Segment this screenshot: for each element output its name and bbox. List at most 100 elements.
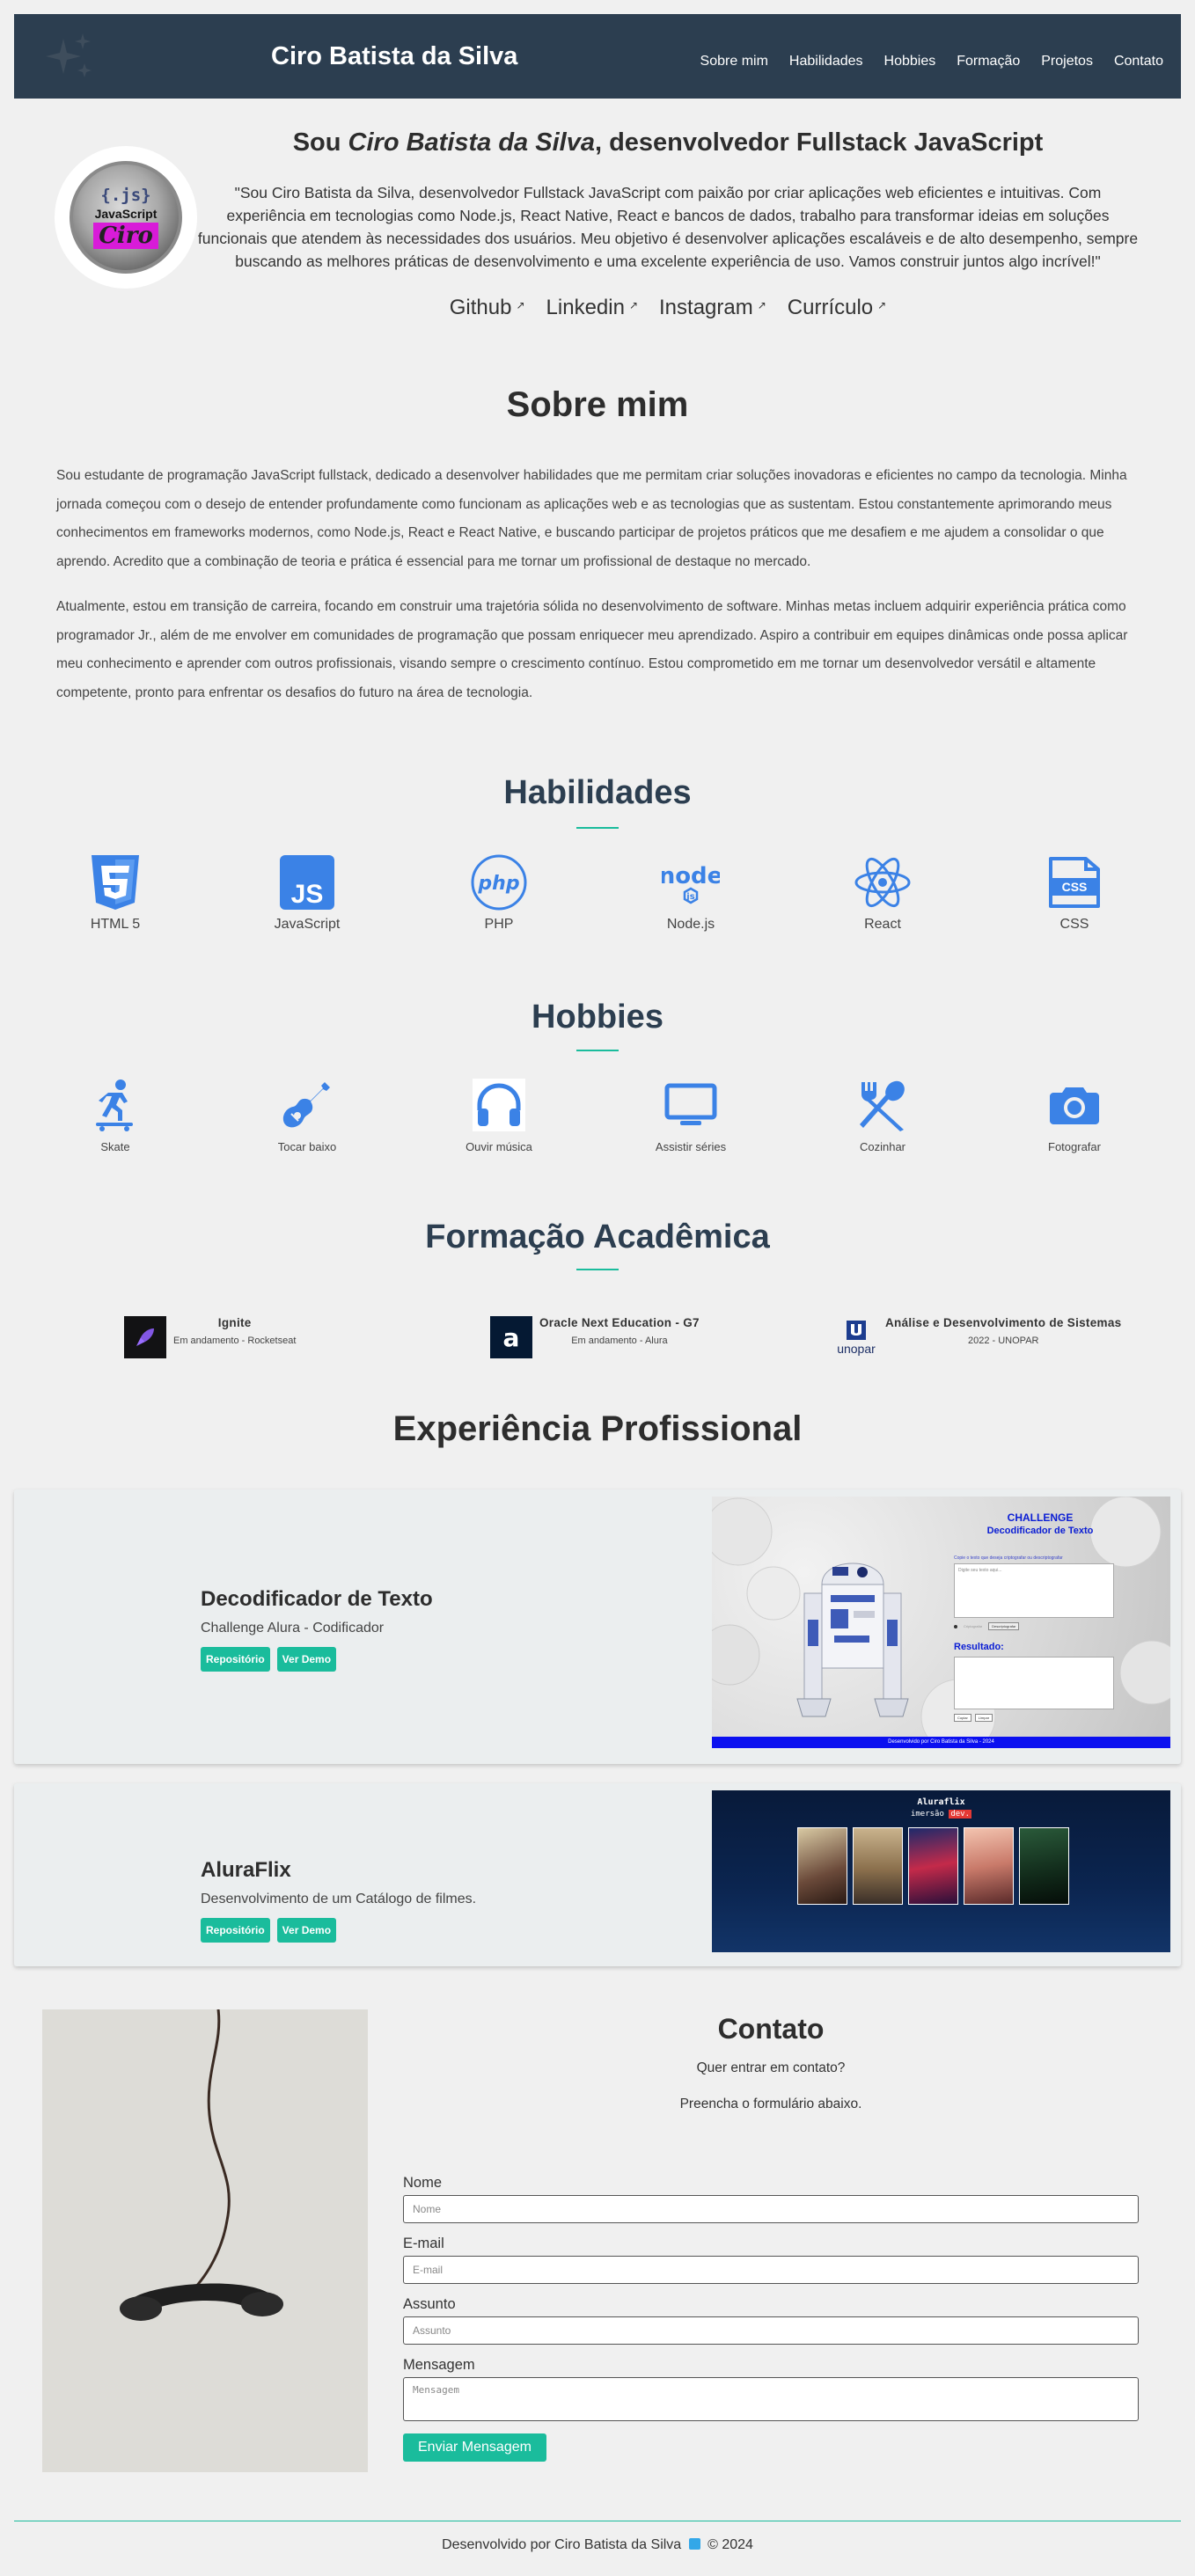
curriculo-link-label: Currículo <box>787 296 874 319</box>
site-header: Ciro Batista da Silva Sobre mim Habilida… <box>14 14 1181 99</box>
contact-title: Contato <box>717 2013 825 2045</box>
camera-icon <box>1050 1087 1099 1124</box>
hobby-item: Skate <box>49 1079 181 1153</box>
hobbies-list: Skate Tocar baixo Ouvir música Assistir … <box>49 1079 1140 1153</box>
preview-movie-posters <box>797 1827 1069 1905</box>
name-field[interactable]: Nome <box>403 2195 1139 2223</box>
nav-link-contato[interactable]: Contato <box>1114 54 1163 70</box>
name-label: Nome <box>403 2175 443 2191</box>
skill-item: php PHP <box>433 853 565 933</box>
skill-label: JavaScript <box>274 917 341 932</box>
skill-label: Node.js <box>666 917 715 932</box>
javascript-icon: JS <box>280 855 334 910</box>
contact-line-1: Quer entrar em contato? <box>696 2060 846 2075</box>
avatar-signature: Ciro <box>93 223 158 249</box>
sparkles-logo-icon[interactable] <box>40 28 99 86</box>
project-description: Desenvolvimento de um Catálogo de filmes… <box>201 1892 477 1906</box>
hobby-label: Ouvir música <box>466 1140 532 1153</box>
rocketseat-logo <box>124 1316 166 1358</box>
utensils-icon <box>860 1080 905 1131</box>
preview-result-buttons: Copiar Limpar <box>954 1714 993 1722</box>
external-link-icon: ↗ <box>757 299 766 311</box>
movie-poster <box>853 1827 903 1905</box>
nav-link-sobre-mim[interactable]: Sobre mim <box>700 54 768 70</box>
experience-title: Experiência Profissional <box>392 1409 803 1448</box>
skill-item: HTML 5 <box>49 853 181 933</box>
preview-buttons: Criptografar Descriptografar <box>954 1622 1020 1630</box>
portfolio-page: Ciro Batista da Silva Sobre mim Habilida… <box>0 0 1195 2576</box>
intro-text: "Sou Ciro Batista da Silva, desenvolvedo… <box>197 184 1139 270</box>
nav-link-habilidades[interactable]: Habilidades <box>789 54 863 70</box>
main-nav: Sobre mim Habilidades Hobbies Formação P… <box>700 54 1163 70</box>
svg-text:php: php <box>477 873 519 895</box>
project-buttons: Repositório Ver Demo <box>201 1647 433 1672</box>
footer: Desenvolvido por Ciro Batista da Silva ©… <box>0 2537 1195 2553</box>
skateboarding-icon <box>96 1079 133 1131</box>
repository-button[interactable]: Repositório <box>201 1647 270 1672</box>
blue-heart-icon <box>688 2538 700 2550</box>
monitor-icon <box>664 1083 717 1125</box>
hobby-item: Fotografar <box>1008 1079 1140 1153</box>
preview-heading: CHALLENGE <box>1007 1511 1074 1524</box>
skill-item: JS JavaScript <box>241 853 373 933</box>
project-card-aluraflix: AluraFlix Desenvolvimento de um Catálogo… <box>14 1783 1181 1966</box>
nav-link-projetos[interactable]: Projetos <box>1041 54 1093 70</box>
hobby-item: Assistir séries <box>625 1079 757 1153</box>
hobbies-title: Hobbies <box>532 999 663 1036</box>
nav-link-hobbies[interactable]: Hobbies <box>884 54 936 70</box>
email-field[interactable]: E-mail <box>403 2256 1139 2284</box>
education-item-ads: unopar Análise e Desenvolvimento de Sist… <box>834 1316 1121 1358</box>
about-paragraph-2: Atualmente, estou em transição de carrei… <box>56 599 1128 700</box>
contact-line-2: Preencha o formulário abaixo. <box>679 2097 862 2111</box>
subject-field[interactable]: Assunto <box>403 2316 1139 2345</box>
nav-link-formacao[interactable]: Formação <box>957 54 1020 70</box>
svg-text:js: js <box>685 892 694 902</box>
preview-subheading-prefix: imersão <box>910 1810 944 1819</box>
preview-heading: Aluraflix <box>917 1797 965 1807</box>
skill-item: node js Node.js <box>625 853 757 933</box>
skills-title-underline <box>576 827 619 829</box>
github-link-label: Github <box>449 296 512 319</box>
footer-copyright: © 2024 <box>707 2537 753 2552</box>
linkedin-link[interactable]: Linkedin ↗ <box>546 296 638 320</box>
demo-button[interactable]: Ver Demo <box>276 1647 337 1672</box>
message-textarea[interactable]: Mensagem <box>403 2377 1139 2421</box>
external-link-icon: ↗ <box>628 299 639 311</box>
github-link[interactable]: Github ↗ <box>450 296 525 320</box>
education-text: Análise e Desenvolvimento de Sistemas 20… <box>885 1316 1121 1346</box>
demo-button[interactable]: Ver Demo <box>276 1918 337 1943</box>
svg-text:JS: JS <box>291 880 324 909</box>
project-card-decodificador: Decodificador de Texto Challenge Alura -… <box>14 1489 1181 1764</box>
skill-item: CSS CSS <box>1008 853 1140 933</box>
preview-subheading: Decodificador de Texto <box>986 1526 1094 1536</box>
react-icon <box>854 857 911 908</box>
instagram-link[interactable]: Instagram ↗ <box>659 296 766 320</box>
curriculo-link[interactable]: Currículo ↗ <box>788 296 886 320</box>
preview-input: Digite seu texto aqui... <box>954 1563 1114 1618</box>
education-text: Ignite Em andamento - Rocketseat <box>173 1316 296 1346</box>
preview-result-box <box>954 1657 1114 1709</box>
unopar-logo: unopar <box>834 1316 878 1358</box>
project-title: Decodificador de Texto <box>201 1587 433 1611</box>
intro-title-suffix: , desenvolvedor Fullstack JavaScript <box>594 128 1044 157</box>
hobbies-title-underline <box>576 1050 619 1051</box>
preview-radio-icon <box>954 1624 957 1628</box>
repository-button[interactable]: Repositório <box>201 1918 270 1943</box>
svg-text:CSS: CSS <box>1062 880 1088 894</box>
education-title-text: Análise e Desenvolvimento de Sistemas <box>885 1316 1122 1329</box>
project-screenshot-decodificador[interactable]: CHALLENGE Decodificador de Texto Copie o… <box>712 1497 1170 1748</box>
telephone-handset-icon <box>120 2009 283 2321</box>
skill-label: React <box>864 917 901 932</box>
intro-title: Sou Ciro Batista da Silva, desenvolvedor… <box>206 128 1130 157</box>
html5-icon <box>92 855 139 910</box>
hobby-label: Fotografar <box>1048 1140 1101 1153</box>
preview-result-label: Resultado: <box>954 1642 1004 1652</box>
submit-button[interactable]: Enviar Mensagem <box>403 2433 546 2462</box>
preview-footer: Desenvolvido por Ciro Batista da Silva -… <box>712 1737 1170 1748</box>
education-subtitle: Em andamento - Alura <box>571 1336 668 1346</box>
project-screenshot-aluraflix[interactable]: Aluraflix imersão dev. <box>712 1790 1170 1952</box>
svg-text:node: node <box>662 863 720 889</box>
preview-subheading: imersão dev. <box>712 1810 1170 1819</box>
project-title: AluraFlix <box>201 1858 291 1882</box>
rocket-icon <box>136 1328 154 1346</box>
